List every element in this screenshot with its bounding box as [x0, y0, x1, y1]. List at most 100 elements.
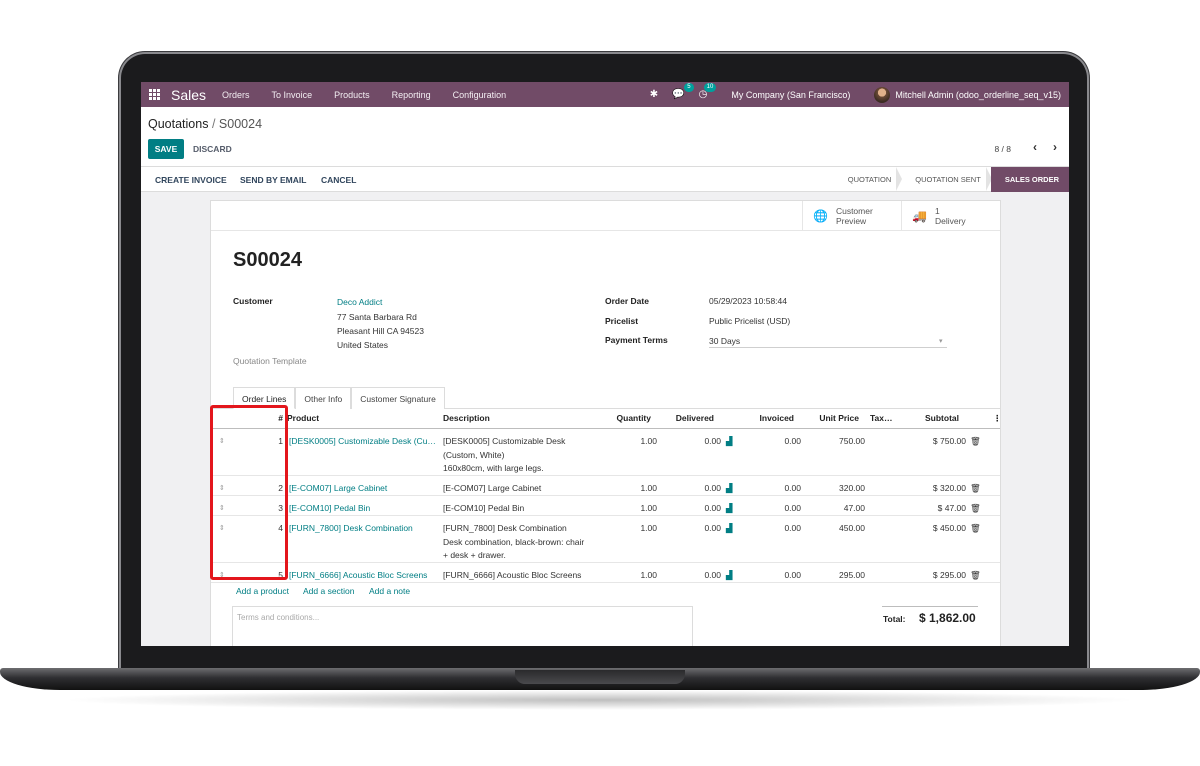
menu-to-invoice[interactable]: To Invoice [272, 90, 313, 100]
row-product[interactable]: [FURN_6666] Acoustic Bloc Screens [289, 569, 427, 583]
pricelist-value[interactable]: Public Pricelist (USD) [709, 316, 790, 326]
menu-products[interactable]: Products [334, 90, 370, 100]
header-unit-price[interactable]: Unit Price [799, 409, 859, 428]
chevron-right-icon[interactable]: › [1053, 140, 1057, 154]
notebook-tabs: Order Lines Other Info Customer Signatur… [233, 387, 445, 409]
apps-grid-icon[interactable] [149, 88, 161, 101]
row-unit-price[interactable]: 320.00 [805, 482, 865, 496]
add-product-link[interactable]: Add a product [236, 586, 289, 596]
create-invoice-button[interactable]: CREATE INVOICE [155, 175, 227, 185]
trash-icon[interactable]: 🗑 [970, 482, 981, 496]
status-bar: CREATE INVOICE SEND BY EMAIL CANCEL QUOT… [141, 167, 1069, 192]
add-note-link[interactable]: Add a note [369, 586, 410, 596]
row-product[interactable]: [FURN_7800] Desk Combination [289, 522, 413, 536]
row-quantity[interactable]: 1.00 [597, 482, 657, 496]
drag-handle-icon[interactable]: ⇕ [219, 522, 225, 536]
breadcrumb-quotations[interactable]: Quotations [148, 117, 208, 131]
table-row[interactable]: ⇕ 5 [FURN_6666] Acoustic Bloc Screens [F… [211, 563, 1000, 583]
row-product[interactable]: [E-COM07] Large Cabinet [289, 482, 387, 496]
header-delivered[interactable]: Delivered [654, 409, 714, 428]
tab-customer-signature[interactable]: Customer Signature [351, 387, 445, 409]
trash-icon[interactable]: 🗑 [970, 569, 981, 583]
save-button[interactable]: SAVE [148, 139, 184, 159]
customer-preview-button[interactable]: 🌐 Customer Preview [802, 201, 901, 230]
row-unit-price[interactable]: 295.00 [805, 569, 865, 583]
total-value: $ 1,862.00 [919, 611, 976, 625]
chat-icon[interactable]: 💬 5 [672, 83, 694, 100]
header-product[interactable]: Product [287, 409, 319, 428]
table-row[interactable]: ⇕ 3 [E-COM10] Pedal Bin [E-COM10] Pedal … [211, 496, 1000, 516]
row-product[interactable]: [E-COM10] Pedal Bin [289, 502, 370, 516]
row-quantity[interactable]: 1.00 [597, 569, 657, 583]
forecast-chart-icon[interactable]: ▟ [726, 435, 733, 449]
tab-order-lines[interactable]: Order Lines [233, 387, 296, 409]
row-description[interactable]: [FURN_6666] Acoustic Bloc Screens [443, 569, 581, 583]
top-navbar: Sales Orders To Invoice Products Reporti… [141, 82, 1069, 107]
row-quantity[interactable]: 1.00 [597, 502, 657, 516]
menu-reporting[interactable]: Reporting [392, 90, 431, 100]
add-section-link[interactable]: Add a section [303, 586, 355, 596]
app-brand[interactable]: Sales [171, 87, 206, 103]
header-subtotal[interactable]: Subtotal [899, 409, 959, 428]
forecast-chart-icon[interactable]: ▟ [726, 502, 733, 516]
cancel-button[interactable]: CANCEL [321, 175, 356, 185]
discard-button[interactable]: DISCARD [193, 144, 232, 154]
row-delivered: 0.00 [704, 436, 721, 446]
user-menu[interactable]: Mitchell Admin (odoo_orderline_seq_v15) [895, 90, 1061, 100]
menu-orders[interactable]: Orders [222, 90, 250, 100]
order-date-value[interactable]: 05/29/2023 10:58:44 [709, 296, 787, 306]
column-options-icon[interactable]: ⋮ [993, 409, 1002, 428]
row-unit-price[interactable]: 47.00 [805, 502, 865, 516]
row-description[interactable]: [DESK0005] Customizable Desk (Custom, Wh… [443, 435, 565, 476]
delivery-button[interactable]: 🚚 1 Delivery [901, 201, 1000, 230]
trash-icon[interactable]: 🗑 [970, 502, 981, 516]
chevron-left-icon[interactable]: ‹ [1033, 140, 1037, 154]
table-row[interactable]: ⇕ 4 [FURN_7800] Desk Combination [FURN_7… [211, 516, 1000, 563]
terms-textarea[interactable]: Terms and conditions... [232, 606, 693, 646]
breadcrumb-current: S00024 [218, 117, 263, 131]
row-description[interactable]: [E-COM10] Pedal Bin [443, 502, 524, 516]
drag-handle-icon[interactable]: ⇕ [219, 569, 225, 583]
customer-link[interactable]: Deco Addict [337, 297, 382, 307]
drag-handle-icon[interactable]: ⇕ [219, 435, 225, 449]
header-invoiced[interactable]: Invoiced [734, 409, 794, 428]
chat-badge: 5 [684, 83, 694, 92]
customer-label: Customer [233, 296, 273, 306]
drag-handle-icon[interactable]: ⇕ [219, 502, 225, 516]
form-sheet: 🌐 Customer Preview 🚚 1 Delivery S00024 Cus… [210, 200, 1002, 646]
avatar[interactable] [874, 86, 891, 103]
stage-quotation[interactable]: QUOTATION [834, 167, 903, 192]
forecast-chart-icon[interactable]: ▟ [726, 569, 733, 583]
company-switcher[interactable]: My Company (San Francisco) [731, 90, 850, 100]
row-description[interactable]: [FURN_7800] Desk Combination Desk combin… [443, 522, 584, 563]
row-quantity[interactable]: 1.00 [597, 522, 657, 536]
caret-down-icon[interactable]: ▾ [939, 337, 943, 345]
stage-sales-order[interactable]: SALES ORDER [990, 167, 1069, 192]
trash-icon[interactable]: 🗑 [970, 522, 981, 536]
forecast-chart-icon[interactable]: ▟ [726, 522, 733, 536]
total-label: Total: [883, 614, 906, 624]
menu-configuration[interactable]: Configuration [453, 90, 507, 100]
tab-other-info[interactable]: Other Info [295, 387, 352, 409]
row-unit-price[interactable]: 450.00 [805, 522, 865, 536]
row-unit-price[interactable]: 750.00 [805, 435, 865, 449]
forecast-chart-icon[interactable]: ▟ [726, 482, 733, 496]
header-description[interactable]: Description [443, 409, 490, 428]
header-seq[interactable]: # [251, 409, 283, 428]
row-product[interactable]: [DESK0005] Customizable Desk (Cu… [289, 435, 436, 449]
send-by-email-button[interactable]: SEND BY EMAIL [240, 175, 306, 185]
row-subtotal: $ 450.00 [932, 523, 966, 533]
row-quantity[interactable]: 1.00 [597, 435, 657, 449]
pager-value[interactable]: 8 / 8 [994, 144, 1011, 154]
trash-icon[interactable]: 🗑 [970, 435, 981, 449]
clock-icon[interactable]: ◷ 10 [699, 83, 717, 100]
header-taxes[interactable]: Tax… [870, 409, 893, 428]
table-row[interactable]: ⇕ 2 [E-COM07] Large Cabinet [E-COM07] La… [211, 476, 1000, 496]
drag-handle-icon[interactable]: ⇕ [219, 482, 225, 496]
row-description[interactable]: [E-COM07] Large Cabinet [443, 482, 541, 496]
table-row[interactable]: ⇕ 1 [DESK0005] Customizable Desk (Cu… [D… [211, 429, 1000, 476]
stage-quotation-sent[interactable]: QUOTATION SENT [901, 167, 992, 192]
bug-icon[interactable]: ✱ [650, 89, 658, 100]
payment-terms-field[interactable]: 30 Days [709, 336, 740, 346]
header-quantity[interactable]: Quantity [591, 409, 651, 428]
